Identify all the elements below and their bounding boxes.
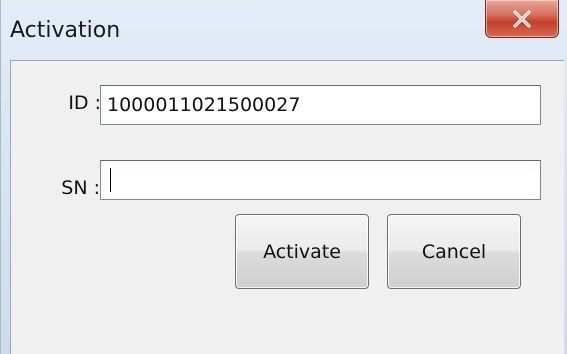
id-label: ID : [68, 92, 101, 114]
activate-button[interactable]: Activate [235, 214, 369, 289]
activation-dialog: Activation ID : SN : Activate Cancel [0, 0, 567, 354]
dialog-client-area: ID : SN : Activate Cancel [10, 60, 564, 354]
id-field[interactable] [100, 85, 541, 125]
text-caret [110, 168, 111, 192]
title-bar[interactable]: Activation [1, 0, 567, 60]
sn-label: SN : [61, 177, 100, 199]
close-icon [486, 0, 558, 37]
sn-field[interactable] [100, 160, 541, 200]
window-title: Activation [10, 18, 121, 43]
close-button[interactable] [485, 0, 559, 38]
cancel-button[interactable]: Cancel [387, 214, 521, 289]
